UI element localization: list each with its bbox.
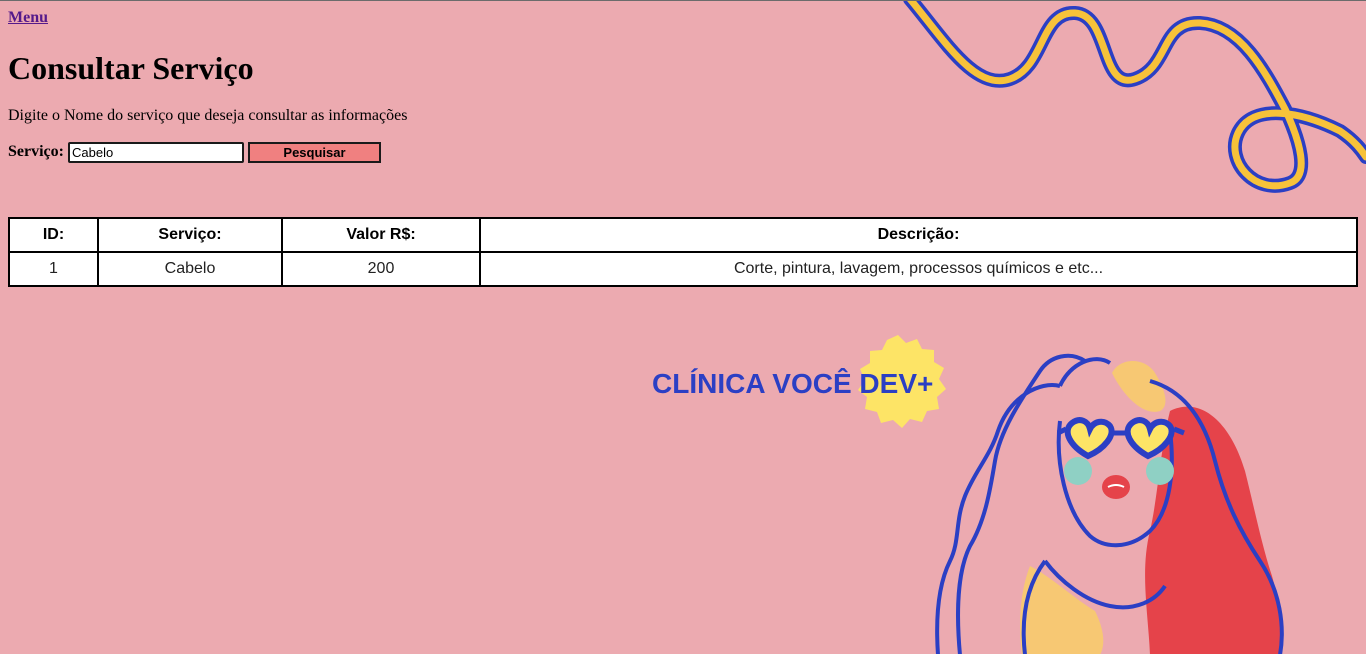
- squiggle-decoration: [903, 1, 1366, 193]
- header-id: ID:: [8, 217, 99, 253]
- table-header-row: ID: Serviço: Valor R$: Descrição:: [8, 217, 1358, 253]
- header-valor: Valor R$:: [281, 217, 481, 253]
- instruction-text: Digite o Nome do serviço que deseja cons…: [8, 107, 408, 124]
- cell-servico: Cabelo: [97, 251, 283, 287]
- brand-text: CLÍNICA VOCÊ DEV+: [652, 368, 933, 399]
- heart-sunglasses-icon: [1056, 417, 1185, 460]
- service-input[interactable]: [67, 141, 244, 163]
- results-table: ID: Serviço: Valor R$: Descrição: 1 Cabe…: [8, 217, 1358, 287]
- cell-id: 1: [8, 251, 99, 287]
- brand-badge: CLÍNICA VOCÊ DEV+: [652, 335, 946, 428]
- cell-valor: 200: [281, 251, 481, 287]
- service-label: Serviço:: [8, 143, 64, 160]
- page-title: Consultar Serviço: [8, 50, 254, 86]
- search-button[interactable]: Pesquisar: [247, 141, 381, 163]
- search-form: Serviço: Pesquisar: [8, 141, 381, 163]
- badge-shape: [858, 335, 946, 428]
- header-servico: Serviço:: [97, 217, 283, 253]
- cell-descricao: Corte, pintura, lavagem, processos quími…: [479, 251, 1358, 287]
- header-descricao: Descrição:: [479, 217, 1358, 253]
- table-row: 1 Cabelo 200 Corte, pintura, lavagem, pr…: [8, 251, 1358, 287]
- woman-illustration: [935, 353, 1284, 654]
- menu-link[interactable]: Menu: [8, 9, 48, 27]
- background-decoration: CLÍNICA VOCÊ DEV+: [652, 1, 1366, 654]
